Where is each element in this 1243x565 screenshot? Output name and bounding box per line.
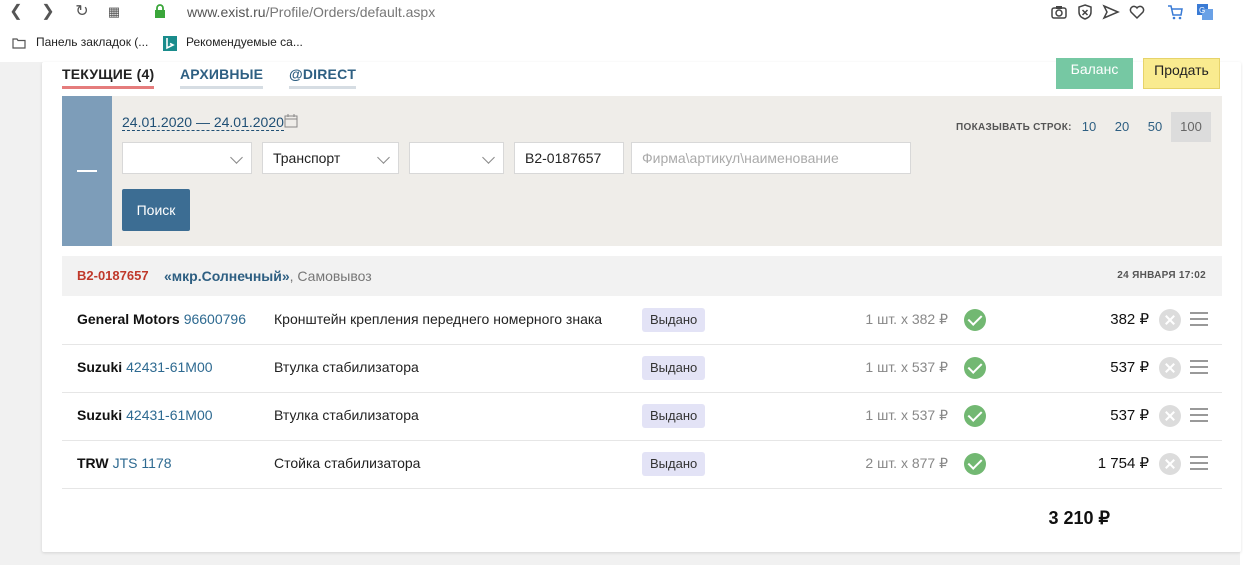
item-description: Втулка стабилизатора [274, 359, 419, 375]
item-article-link[interactable]: 96600796 [184, 311, 246, 327]
cancel-icon[interactable] [1159, 357, 1181, 379]
item-description: Втулка стабилизатора [274, 407, 419, 423]
calendar-icon[interactable] [284, 114, 298, 128]
reload-icon[interactable]: ↻ [72, 3, 92, 21]
menu-icon[interactable] [1190, 312, 1208, 326]
order-pickup-point: «мкр.Солнечный», Самовывоз [164, 268, 372, 284]
item-article-link[interactable]: 42431-61M00 [126, 407, 212, 423]
cancel-icon[interactable] [1159, 309, 1181, 331]
item-sum: 1 754 ₽ [1097, 455, 1149, 472]
sell-button[interactable]: Продать [1143, 58, 1220, 89]
status-badge: Выдано [642, 356, 706, 380]
order-item-row: General Motors 96600796 Кронштейн креплен… [62, 296, 1222, 345]
order-item-row: Suzuki 42431-61M00 Втулка стабилизатора В… [62, 392, 1222, 441]
back-icon[interactable]: ❮ [6, 3, 26, 21]
tab-direct[interactable]: @DIRECT [289, 66, 357, 89]
collapse-filter-button[interactable] [62, 96, 112, 246]
menu-icon[interactable] [1190, 360, 1208, 374]
shield-block-icon[interactable] [1076, 3, 1094, 21]
address-bar[interactable]: www.exist.ru/Profile/Orders/default.aspx [187, 4, 435, 20]
item-description: Кронштейн крепления переднего номерного … [274, 311, 603, 327]
order-number-input[interactable]: B2-0187657 [514, 142, 624, 174]
brand-name: General Motors [77, 311, 180, 327]
lock-icon [155, 4, 165, 18]
item-sum: 537 ₽ [1110, 407, 1149, 424]
item-quantity-price: 1 шт. x 537 ₽ [865, 407, 948, 423]
brand-name: TRW [77, 455, 109, 471]
chevron-down-icon [482, 151, 495, 164]
menu-icon[interactable] [1190, 408, 1208, 422]
item-sum: 382 ₽ [1110, 311, 1149, 328]
tab-archive[interactable]: АРХИВНЫЕ [180, 66, 264, 89]
select-filter-3[interactable] [409, 142, 504, 174]
cancel-icon[interactable] [1159, 453, 1181, 475]
select-filter-1[interactable] [122, 142, 252, 174]
url-path: /Profile/Orders/default.aspx [265, 4, 436, 20]
cancel-icon[interactable] [1159, 405, 1181, 427]
bookmark-panel[interactable]: Панель закладок (... [36, 35, 148, 49]
send-icon[interactable] [1102, 3, 1120, 21]
heart-icon[interactable] [1128, 3, 1146, 21]
order-id[interactable]: B2-0187657 [77, 268, 149, 283]
order-date: 24 ЯНВАРЯ 17:02 [1117, 270, 1206, 281]
grid-icon[interactable]: ▦ [104, 3, 124, 21]
rows-option-20[interactable]: 20 [1106, 112, 1138, 142]
item-brand: General Motors 96600796 [77, 311, 246, 327]
pickup-point-name[interactable]: «мкр.Солнечный» [164, 268, 290, 284]
delivery-method: , Самовывоз [289, 268, 372, 284]
order-item-row: TRW JTS 1178 Стойка стабилизатора Выдано … [62, 440, 1222, 489]
status-badge: Выдано [642, 404, 706, 428]
check-icon [964, 453, 986, 475]
item-sum: 537 ₽ [1110, 359, 1149, 376]
brand-name: Suzuki [77, 407, 123, 423]
filter-panel: 24.01.2020 — 24.01.2020 Транспорт B2-018… [62, 96, 1222, 246]
check-icon [964, 357, 986, 379]
item-brand: TRW JTS 1178 [77, 455, 172, 471]
item-quantity-price: 2 шт. x 877 ₽ [865, 455, 948, 471]
orders-card: ТЕКУЩИЕ (4) АРХИВНЫЕ @DIRECT Баланс Прод… [42, 58, 1241, 552]
brand-name: Suzuki [77, 359, 123, 375]
select-category-value: Транспорт [273, 150, 341, 166]
chevron-down-icon [377, 151, 390, 164]
search-button[interactable]: Поиск [122, 189, 190, 231]
item-article-link[interactable]: 42431-61M00 [126, 359, 212, 375]
item-brand: Suzuki 42431-61M00 [77, 407, 213, 423]
tab-current[interactable]: ТЕКУЩИЕ (4) [62, 66, 155, 89]
rows-option-10[interactable]: 10 [1073, 112, 1105, 142]
rows-per-page-label: ПОКАЗЫВАТЬ СТРОК: [956, 122, 1072, 133]
status-badge: Выдано [642, 308, 706, 332]
item-brand: Suzuki 42431-61M00 [77, 359, 213, 375]
cart-icon[interactable] [1166, 3, 1184, 21]
url-host: www.exist.ru [187, 4, 266, 20]
camera-icon[interactable] [1050, 3, 1068, 21]
select-category[interactable]: Транспорт [262, 142, 399, 174]
forward-icon[interactable]: ❯ [38, 3, 58, 21]
minus-icon [77, 170, 97, 172]
order-total: 3 210 ₽ [1048, 508, 1111, 528]
bing-icon [163, 36, 177, 51]
chevron-down-icon [230, 151, 243, 164]
rows-option-50[interactable]: 50 [1139, 112, 1171, 142]
balance-button[interactable]: Баланс [1056, 58, 1133, 89]
order-item-row: Suzuki 42431-61M00 Втулка стабилизатора В… [62, 344, 1222, 393]
svg-text:G: G [1199, 6, 1205, 15]
order-header: B2-0187657 «мкр.Солнечный», Самовывоз 24… [62, 256, 1222, 296]
search-input[interactable]: Фирма\артикул\наименование [631, 142, 911, 174]
translate-icon[interactable]: G [1196, 3, 1214, 21]
item-article-link[interactable]: JTS 1178 [113, 455, 172, 471]
rows-option-100[interactable]: 100 [1171, 112, 1211, 142]
browser-toolbar: ❮ ❯ ↻ ▦ www.exist.ru/Profile/Orders/defa… [0, 0, 1243, 62]
folder-icon [12, 38, 26, 49]
item-quantity-price: 1 шт. x 537 ₽ [865, 359, 948, 375]
check-icon [964, 309, 986, 331]
date-range-picker[interactable]: 24.01.2020 — 24.01.2020 [122, 114, 284, 131]
check-icon [964, 405, 986, 427]
menu-icon[interactable] [1190, 456, 1208, 470]
item-quantity-price: 1 шт. x 382 ₽ [865, 311, 948, 327]
status-badge: Выдано [642, 452, 706, 476]
item-description: Стойка стабилизатора [274, 455, 421, 471]
bookmark-recommended[interactable]: Рекомендуемые са... [186, 35, 303, 49]
